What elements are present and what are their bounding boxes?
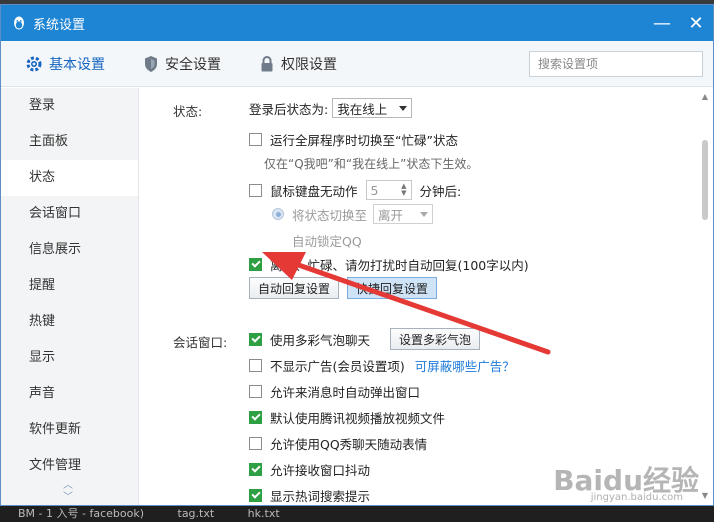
chevron-down-icon [399, 105, 408, 111]
switch-status-value: 离开 [378, 207, 404, 223]
shield-icon [145, 55, 157, 72]
hot-search-checkbox[interactable] [249, 489, 262, 502]
tencent-video-checkbox[interactable] [249, 411, 262, 424]
sidebar-item-status[interactable]: 状态 [1, 160, 138, 196]
tencent-video-label: 默认使用腾讯视频播放视频文件 [270, 411, 446, 426]
title-bar: 系统设置 — ✕ [1, 5, 713, 41]
sidebar-item-login[interactable]: 登录 [1, 88, 138, 124]
fullscreen-busy-label: 运行全屏程序时切换至“忙碌”状态 [270, 133, 458, 148]
sidebar-item-display[interactable]: 显示 [1, 340, 138, 376]
sidebar-item-sound[interactable]: 声音 [1, 376, 138, 412]
login-status-value: 我在线上 [337, 101, 388, 117]
taskbar-item[interactable]: hk.txt [248, 507, 280, 520]
settings-search-input[interactable]: 搜索设置项 [529, 50, 703, 77]
auto-popup-label: 允许来消息时自动弹出窗口 [270, 385, 421, 400]
watermark-url: jingyan.baidu.com [590, 492, 683, 503]
qq-show-label: 允许使用QQ秀聊天随动表情 [270, 437, 428, 452]
bubble-chat-label: 使用多彩气泡聊天 [270, 332, 371, 348]
settings-tabs: 基本设置 安全设置 权限设置 搜索设置项 [1, 41, 713, 87]
window-shake-label: 允许接收窗口抖动 [270, 463, 371, 478]
window-shake-checkbox[interactable] [249, 463, 262, 476]
no-ads-label: 不显示广告(会员设置项) [270, 359, 405, 374]
login-status-label: 登录后状态为: [249, 101, 329, 117]
idle-minutes-stepper[interactable]: 5 ▲ ▼ [365, 180, 412, 200]
scroll-down-icon[interactable]: ▼ [697, 489, 713, 503]
sidebar-scroll-arrows[interactable]: ︿ ﹀ [63, 480, 73, 504]
chevron-down-icon [420, 211, 429, 217]
bubble-settings-button[interactable]: 设置多彩气泡 [390, 328, 481, 350]
qq-show-checkbox[interactable] [249, 437, 262, 450]
idle-label: 鼠标键盘无动作 [270, 183, 358, 199]
tab-basic-settings-label: 基本设置 [49, 56, 105, 73]
scrollbar-thumb[interactable] [702, 140, 708, 220]
stepper-arrows-icon[interactable]: ▲ ▼ [401, 183, 406, 197]
auto-lock-label: 自动锁定QQ [292, 234, 362, 249]
idle-suffix-label: 分钟后: [419, 183, 462, 199]
tab-permission-settings[interactable]: 权限设置 [259, 54, 337, 74]
tab-security-settings-label: 安全设置 [165, 56, 221, 73]
chat-section-label: 会话窗口: [173, 335, 228, 350]
idle-checkbox[interactable] [249, 183, 262, 197]
settings-window: 系统设置 — ✕ 基本设置 安全设置 权限设置 搜索设置项 登录 主面板 状态 … [0, 4, 714, 506]
lock-icon [261, 55, 273, 71]
minimize-button[interactable]: — [645, 5, 679, 41]
taskbar: BM - 1 入号 - facebook) tag.txt hk.txt [0, 506, 714, 522]
gear-icon [26, 56, 42, 71]
auto-reply-checkbox[interactable] [249, 258, 262, 271]
hot-search-label: 显示热词搜索提示 [270, 489, 371, 504]
idle-minutes-value: 5 [370, 182, 379, 198]
auto-reply-label: 离开、忙碌、请勿打扰时自动回复(100字以内) [270, 258, 529, 273]
fullscreen-busy-hint: 仅在“Q我吧”和“我在线上”状态下生效。 [264, 157, 479, 171]
switch-status-radio[interactable] [272, 208, 284, 220]
sidebar-item-chat-window[interactable]: 会话窗口 [1, 196, 138, 232]
chevron-down-icon[interactable]: ﹀ [63, 492, 73, 504]
switch-status-label: 将状态切换至 [292, 207, 368, 223]
tab-basic-settings[interactable]: 基本设置 [25, 54, 105, 74]
no-ads-checkbox[interactable] [249, 359, 262, 372]
status-section-label: 状态: [173, 104, 203, 119]
sidebar-item-file-management[interactable]: 文件管理 [1, 448, 138, 484]
blockable-ads-link[interactable]: 可屏蔽哪些广告？ [415, 356, 515, 375]
settings-content: 状态: 登录后状态为: 我在线上 运行全屏程序时切换至“忙碌”状态 仅在“Q我吧… [139, 88, 713, 505]
sidebar-item-main-panel[interactable]: 主面板 [1, 124, 138, 160]
scroll-up-icon[interactable]: ▲ [697, 90, 713, 104]
fullscreen-busy-checkbox[interactable] [249, 133, 262, 146]
switch-status-select[interactable]: 离开 [373, 204, 434, 224]
sidebar-item-info-display[interactable]: 信息展示 [1, 232, 138, 268]
login-status-select[interactable]: 我在线上 [332, 98, 413, 118]
taskbar-item[interactable]: BM - 1 入号 - facebook) [18, 507, 144, 520]
content-scrollbar[interactable]: ▲ ▼ [697, 88, 713, 505]
qq-penguin-icon [11, 15, 27, 31]
window-title: 系统设置 [33, 17, 86, 33]
sidebar-item-software-update[interactable]: 软件更新 [1, 412, 138, 448]
taskbar-item[interactable]: tag.txt [178, 507, 215, 520]
close-button[interactable]: ✕ [679, 5, 713, 41]
tab-security-settings[interactable]: 安全设置 [143, 54, 221, 74]
sidebar-item-hotkeys[interactable]: 热键 [1, 304, 138, 340]
settings-sidebar: 登录 主面板 状态 会话窗口 信息展示 提醒 热键 显示 声音 软件更新 文件管… [1, 88, 139, 505]
quick-reply-settings-button[interactable]: 快捷回复设置 [347, 277, 438, 299]
bubble-chat-checkbox[interactable] [249, 332, 262, 346]
chevron-up-icon[interactable]: ︿ [63, 480, 73, 492]
tab-permission-settings-label: 权限设置 [281, 56, 337, 73]
auto-reply-settings-button[interactable]: 自动回复设置 [249, 277, 340, 299]
sidebar-item-reminder[interactable]: 提醒 [1, 268, 138, 304]
auto-popup-checkbox[interactable] [249, 385, 262, 398]
